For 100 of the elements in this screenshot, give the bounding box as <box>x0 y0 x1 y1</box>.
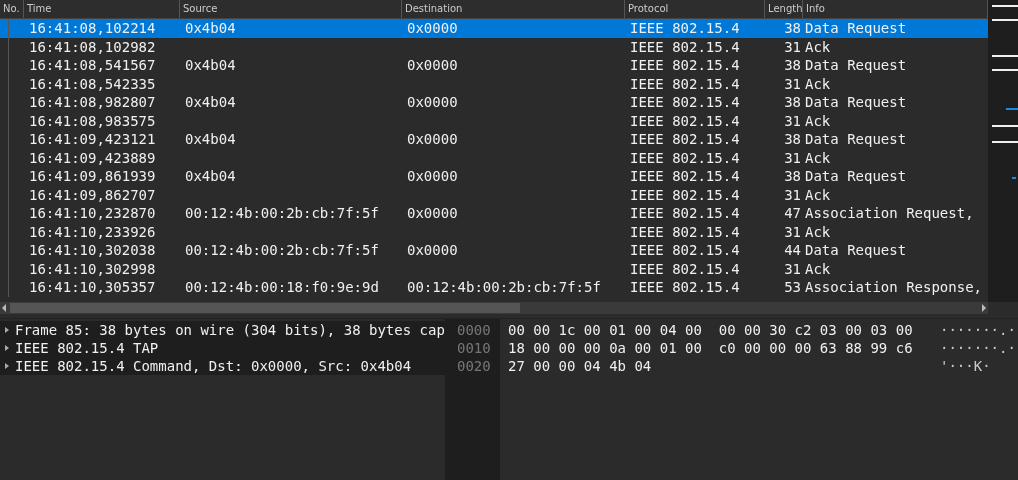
info-cell-text: Ack <box>804 222 832 241</box>
time-cell-text: 16:41:10,302038 <box>28 241 157 260</box>
source-cell-text: 0x4b04 <box>184 167 237 186</box>
byte-offset: 0010 <box>456 339 492 357</box>
time-cell-text: 16:41:10,302998 <box>28 259 157 278</box>
horizontal-scrollbar[interactable] <box>0 302 988 314</box>
time-cell-text: 16:41:08,542335 <box>28 74 157 93</box>
length-cell-text: 38 <box>783 19 802 38</box>
packet-row[interactable]: 16:41:10,232870 00:12:4b:00:2b:cb:7f:5f 0x0000 IEEE 802.15.4 47 Association Request, <box>0 204 988 223</box>
packet-row[interactable]: 16:41:10,302998 IEEE 802.15.4 31 Ack <box>0 259 988 278</box>
length-cell-text: 38 <box>783 167 802 186</box>
length-cell-text: 31 <box>783 74 802 93</box>
column-header[interactable]: Length <box>765 0 803 18</box>
protocol-cell-text: IEEE 802.15.4 <box>629 93 741 112</box>
protocol-cell-text: IEEE 802.15.4 <box>629 167 741 186</box>
column-header[interactable]: No. <box>0 0 24 18</box>
packet-row[interactable]: 16:41:08,983575 IEEE 802.15.4 31 Ack <box>0 111 988 130</box>
byte-offset: 0000 <box>456 321 492 339</box>
info-cell-text: Association Request, <box>804 204 975 223</box>
destination-cell-text: 0x0000 <box>406 167 459 186</box>
protocol-cell-text: IEEE 802.15.4 <box>629 278 741 297</box>
ascii-bytes: ·······.· <box>940 339 1016 357</box>
length-cell-text: 31 <box>783 222 802 241</box>
packet-row[interactable]: 16:41:08,102982 IEEE 802.15.4 31 Ack <box>0 37 988 56</box>
info-cell-text: Association Response, <box>804 278 983 297</box>
time-cell-text: 16:41:10,233926 <box>28 222 157 241</box>
expand-icon[interactable] <box>4 344 10 352</box>
time-cell-text: 16:41:09,423889 <box>28 148 157 167</box>
ascii-bytes: ·······.· <box>940 321 1016 339</box>
destination-cell-text: 0x0000 <box>406 204 459 223</box>
time-cell-text: 16:41:08,102214 <box>28 19 157 38</box>
protocol-cell-text: IEEE 802.15.4 <box>629 204 741 223</box>
time-cell-text: 16:41:09,861939 <box>28 167 157 186</box>
destination-cell-text: 0x0000 <box>406 93 459 112</box>
info-cell-text: Ack <box>804 148 832 167</box>
info-cell-text: Ack <box>804 259 832 278</box>
destination-cell-text: 0x0000 <box>406 19 459 38</box>
packet-row[interactable]: 16:41:09,861939 0x4b04 0x0000 IEEE 802.15.4 38 Data Request <box>0 167 988 186</box>
packet-row[interactable]: 16:41:09,423889 IEEE 802.15.4 31 Ack <box>0 148 988 167</box>
scroll-right-icon[interactable] <box>980 303 988 313</box>
info-cell-text: Data Request <box>804 130 908 149</box>
length-cell-text: 31 <box>783 111 802 130</box>
column-header[interactable]: Time <box>24 0 180 18</box>
time-cell-text: 16:41:08,102982 <box>28 37 157 56</box>
column-header[interactable]: Destination <box>402 0 625 18</box>
protocol-cell-text: IEEE 802.15.4 <box>629 222 741 241</box>
destination-cell-text: 0x0000 <box>406 130 459 149</box>
time-cell-text: 16:41:10,305357 <box>28 278 157 297</box>
expand-icon[interactable] <box>4 362 10 370</box>
length-cell-text: 31 <box>783 185 802 204</box>
info-cell-text: Data Request <box>804 241 908 260</box>
info-cell-text: Ack <box>804 185 832 204</box>
source-cell-text: 0x4b04 <box>184 130 237 149</box>
info-cell-text: Data Request <box>804 167 908 186</box>
time-cell-text: 16:41:08,983575 <box>28 111 157 130</box>
time-cell-text: 16:41:08,982807 <box>28 93 157 112</box>
hex-bytes: 18 00 00 00 0a 00 01 00 c0 00 00 00 63 88 99 c6 <box>507 339 914 357</box>
info-cell-text: Data Request <box>804 19 908 38</box>
packet-row[interactable]: 16:41:09,423121 0x4b04 0x0000 IEEE 802.15.4 38 Data Request <box>0 130 988 149</box>
source-cell-text: 00:12:4b:00:2b:cb:7f:5f <box>184 241 380 260</box>
destination-cell-text: 00:12:4b:00:2b:cb:7f:5f <box>406 278 602 297</box>
time-cell-text: 16:41:10,232870 <box>28 204 157 223</box>
expand-icon[interactable] <box>4 326 10 334</box>
length-cell-text: 38 <box>783 56 802 75</box>
scrollbar-thumb[interactable] <box>10 303 520 313</box>
scroll-left-icon[interactable] <box>0 303 8 313</box>
length-cell-text: 31 <box>783 37 802 56</box>
packet-row[interactable]: 16:41:08,982807 0x4b04 0x0000 IEEE 802.15.4 38 Data Request <box>0 93 988 112</box>
protocol-cell-text: IEEE 802.15.4 <box>629 56 741 75</box>
protocol-cell-text: IEEE 802.15.4 <box>629 37 741 56</box>
length-cell-text: 47 <box>783 204 802 223</box>
length-cell-text: 38 <box>783 93 802 112</box>
source-cell-text: 00:12:4b:00:2b:cb:7f:5f <box>184 204 380 223</box>
protocol-cell-text: IEEE 802.15.4 <box>629 111 741 130</box>
protocol-cell-text: IEEE 802.15.4 <box>629 185 741 204</box>
source-cell-text: 0x4b04 <box>184 19 237 38</box>
info-cell-text: Ack <box>804 74 832 93</box>
column-header[interactable]: Protocol <box>625 0 765 18</box>
packet-row[interactable]: 16:41:10,233926 IEEE 802.15.4 31 Ack <box>0 222 988 241</box>
protocol-cell-text: IEEE 802.15.4 <box>629 74 741 93</box>
time-cell-text: 16:41:09,423121 <box>28 130 157 149</box>
length-cell-text: 31 <box>783 148 802 167</box>
destination-cell-text: 0x0000 <box>406 56 459 75</box>
source-cell-text: 0x4b04 <box>184 93 237 112</box>
packet-row[interactable]: 16:41:10,305357 00:12:4b:00:18:f0:9e:9d 00:12:4b:00:2b:cb:7f:5f IEEE 802.15.4 53 Association Response, <box>0 278 988 297</box>
time-cell-text: 16:41:08,541567 <box>28 56 157 75</box>
length-cell-text: 38 <box>783 130 802 149</box>
info-cell-text: Ack <box>804 37 832 56</box>
column-header[interactable]: Source <box>180 0 402 18</box>
source-cell-text: 00:12:4b:00:18:f0:9e:9d <box>184 278 380 297</box>
info-cell-text: Data Request <box>804 56 908 75</box>
packet-row[interactable]: 16:41:10,302038 00:12:4b:00:2b:cb:7f:5f 0x0000 IEEE 802.15.4 44 Data Request <box>0 241 988 260</box>
protocol-cell-text: IEEE 802.15.4 <box>629 130 741 149</box>
packet-row[interactable]: 16:41:08,541567 0x4b04 0x0000 IEEE 802.15.4 38 Data Request <box>0 56 988 75</box>
packet-row[interactable]: 16:41:08,102214 0x4b04 0x0000 IEEE 802.15.4 38 Data Request <box>0 19 988 38</box>
protocol-cell-text: IEEE 802.15.4 <box>629 148 741 167</box>
protocol-cell-text: IEEE 802.15.4 <box>629 259 741 278</box>
packet-row[interactable]: 16:41:08,542335 IEEE 802.15.4 31 Ack <box>0 74 988 93</box>
packet-row[interactable]: 16:41:09,862707 IEEE 802.15.4 31 Ack <box>0 185 988 204</box>
length-cell-text: 53 <box>783 278 802 297</box>
